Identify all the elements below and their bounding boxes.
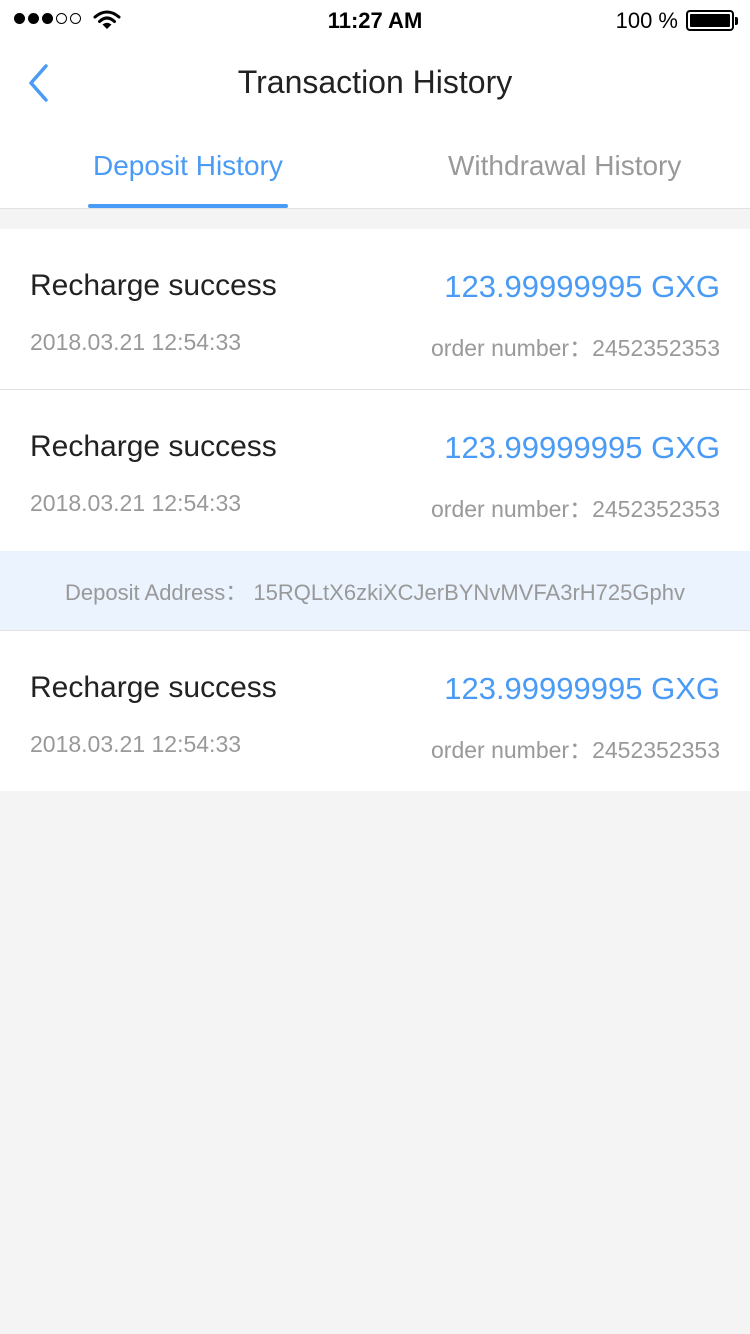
transaction-row[interactable]: Recharge success 123.99999995 GXG 2018.0… <box>0 631 750 791</box>
status-bar: 11:27 AM 100 % <box>0 0 750 40</box>
transaction-status: Recharge success <box>30 671 277 704</box>
transaction-amount: 123.99999995 GXG <box>444 269 720 304</box>
order-number: order number：2452352353 <box>431 737 720 763</box>
screen: 11:27 AM 100 % Transaction History Depos… <box>0 0 750 1334</box>
nav-bar: Transaction History <box>0 40 750 128</box>
transaction-amount: 123.99999995 GXG <box>444 430 720 465</box>
transaction-status: Recharge success <box>30 430 277 463</box>
transaction-row[interactable]: Recharge success 123.99999995 GXG 2018.0… <box>0 229 750 390</box>
transaction-date: 2018.03.21 12:54:33 <box>30 731 242 757</box>
tab-bar: Deposit History Withdrawal History <box>0 128 750 209</box>
transaction-amount: 123.99999995 GXG <box>444 671 720 706</box>
order-number: order number：2452352353 <box>431 496 720 522</box>
transaction-date: 2018.03.21 12:54:33 <box>30 490 242 516</box>
order-number: order number：2452352353 <box>431 335 720 361</box>
transaction-status: Recharge success <box>30 269 277 302</box>
active-tab-indicator <box>88 204 288 208</box>
transaction-date: 2018.03.21 12:54:33 <box>30 329 242 355</box>
deposit-address-bar[interactable]: Deposit Address： 15RQLtX6zkiXCJerBYNvMVF… <box>0 551 750 631</box>
transaction-list: Recharge success 123.99999995 GXG 2018.0… <box>0 229 750 791</box>
tab-withdrawal-history[interactable]: Withdrawal History <box>448 150 681 182</box>
transaction-row[interactable]: Recharge success 123.99999995 GXG 2018.0… <box>0 390 750 551</box>
tab-deposit-history[interactable]: Deposit History <box>93 150 283 182</box>
battery-icon <box>686 10 738 31</box>
page-title: Transaction History <box>237 64 513 100</box>
battery-percentage: 100 % <box>615 8 678 33</box>
